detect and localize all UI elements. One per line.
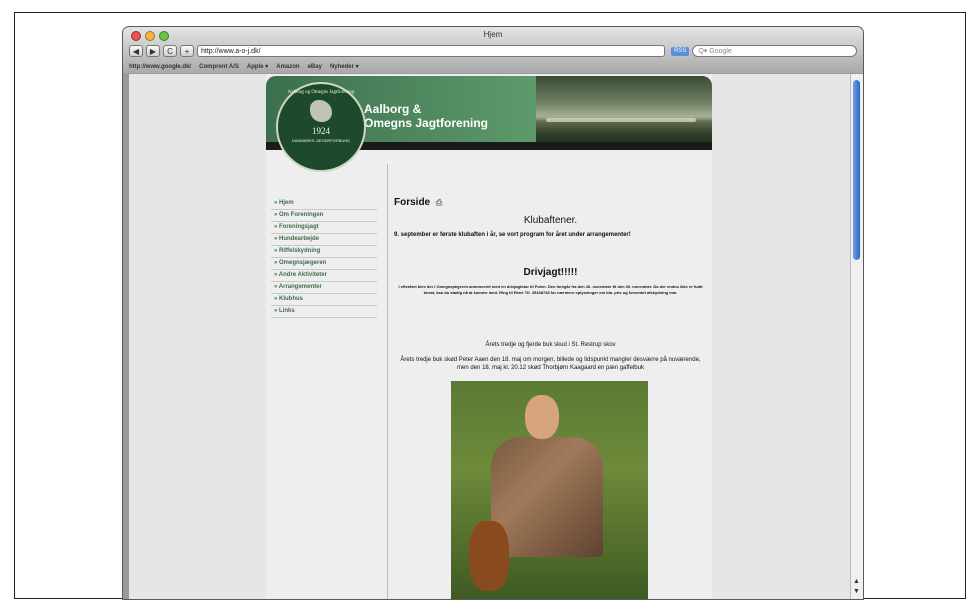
title-bar: Hjem ◀ ▶ C + http://www.a-o-j.dk/ RSS Q▾… xyxy=(123,27,863,73)
emblem-ring-text: DANMARKS JÆGERFORBUND xyxy=(291,138,351,143)
window-title: Hjem xyxy=(483,30,503,39)
site-name: Aalborg & Omegns Jagtforening xyxy=(364,102,488,130)
drivjagt-heading: Drivjagt!!!!! xyxy=(523,267,578,278)
roe-deer-shape xyxy=(469,521,509,591)
main-content: Forside ⎙ Klubaftener. 9. september er f… xyxy=(387,164,713,599)
page-title-text: Forside xyxy=(394,197,431,208)
site-name-line1: Aalborg & xyxy=(364,102,422,116)
bookmark-item[interactable]: Apple ▾ xyxy=(247,63,268,70)
rss-button[interactable]: RSS xyxy=(671,46,690,56)
buk-heading: Årets tredje og fjerde buk skud i St. Re… xyxy=(485,342,616,348)
bookmark-item[interactable]: Nyheder ▾ xyxy=(330,63,359,70)
page-title: Forside ⎙ xyxy=(394,197,442,208)
address-bar[interactable]: http://www.a-o-j.dk/ xyxy=(197,45,665,57)
browser-toolbar: ◀ ▶ C + http://www.a-o-j.dk/ RSS Q▾ Goog… xyxy=(129,44,857,58)
nav-item-hjem[interactable]: » Hjem xyxy=(271,198,377,210)
dog-icon xyxy=(310,100,332,122)
site-name-line2: Omegns Jagtforening xyxy=(364,116,489,130)
search-field[interactable]: Q▾ Google xyxy=(692,45,857,57)
nav-item-hundearbejde[interactable]: » Hundearbejde xyxy=(271,234,377,246)
emblem-title: Aalborg og Omegns Jagtforening xyxy=(287,90,355,95)
emblem-year: 1924 xyxy=(312,126,330,136)
nav-item-arrangementer[interactable]: » Arrangementer xyxy=(271,282,377,294)
drivjagt-text: I efteråret blev der i Omegnsjægeren ann… xyxy=(398,284,703,295)
site-navigation: » Hjem » Om Foreningen » Foreningsjagt »… xyxy=(271,198,377,318)
klubaftener-text: 9. september er første klubaften i år, s… xyxy=(394,232,631,238)
nav-item-links[interactable]: » Links xyxy=(271,306,377,318)
back-button[interactable]: ◀ xyxy=(129,45,143,57)
club-emblem-logo[interactable]: Aalborg og Omegns Jagtforening 1924 DANM… xyxy=(276,82,366,172)
nav-item-foreningsjagt[interactable]: » Foreningsjagt xyxy=(271,222,377,234)
bookmark-item[interactable]: http://www.google.dk/ xyxy=(129,64,191,70)
scrollbar-thumb[interactable] xyxy=(853,80,860,260)
vertical-scrollbar[interactable]: ▲ ▼ xyxy=(850,74,863,599)
nav-item-klubhus[interactable]: » Klubhus xyxy=(271,294,377,306)
browser-window: Hjem ◀ ▶ C + http://www.a-o-j.dk/ RSS Q▾… xyxy=(123,27,863,599)
scroll-up-arrow-icon[interactable]: ▲ xyxy=(853,578,860,585)
bookmark-item[interactable]: Amazon xyxy=(276,64,299,70)
scroll-down-arrow-icon[interactable]: ▼ xyxy=(853,588,860,595)
reload-button[interactable]: C xyxy=(163,45,177,57)
hunter-head-shape xyxy=(525,395,559,439)
forward-button[interactable]: ▶ xyxy=(146,45,160,57)
header-landscape-image xyxy=(536,76,712,150)
nav-item-andre-aktiviteter[interactable]: » Andre Aktiviteter xyxy=(271,270,377,282)
nav-item-om-foreningen[interactable]: » Om Foreningen xyxy=(271,210,377,222)
add-bookmark-button[interactable]: + xyxy=(180,45,194,57)
hunter-photo xyxy=(451,381,648,599)
print-icon[interactable]: ⎙ xyxy=(436,198,442,208)
web-page: Aalborg & Omegns Jagtforening Aalborg og… xyxy=(266,74,712,599)
page-viewport: Aalborg & Omegns Jagtforening Aalborg og… xyxy=(129,74,851,599)
klubaftener-heading: Klubaftener. xyxy=(523,215,578,226)
buk-text: Årets tredje buk skød Peter Aaen den 18.… xyxy=(400,357,701,371)
bookmark-item[interactable]: Comprent A/S xyxy=(199,64,239,70)
nav-item-omegnsjaegeren[interactable]: » Omegnsjægeren xyxy=(271,258,377,270)
nav-item-riffelskydning[interactable]: » Riffelskydning xyxy=(271,246,377,258)
bookmarks-bar: http://www.google.dk/ Comprent A/S Apple… xyxy=(129,61,857,72)
bookmark-item[interactable]: eBay xyxy=(308,64,322,70)
